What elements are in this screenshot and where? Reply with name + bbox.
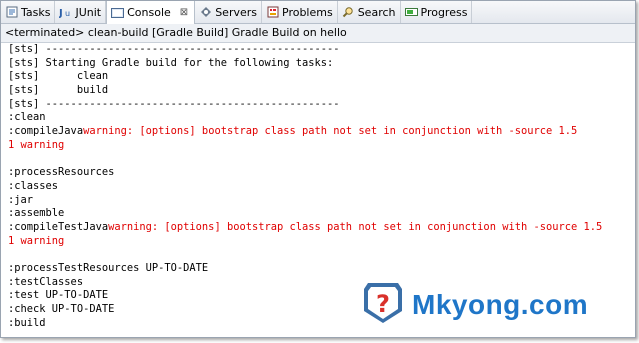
console-line: :classes (8, 180, 633, 194)
console-line: [sts] ----------------------------------… (8, 43, 633, 57)
console-line-text: :testClasses (8, 275, 84, 288)
servers-icon (199, 6, 212, 19)
console-error-text: 1 warning (8, 138, 65, 151)
console-line-text: :compileTestJava (8, 220, 109, 233)
console-line-text: [sts] ----------------------------------… (8, 43, 340, 55)
console-line: :compileJavawarning: [options] bootstrap… (8, 125, 633, 139)
console-line-text: :check UP-TO-DATE (8, 303, 115, 316)
tab-junit[interactable]: Ju JUnit (55, 1, 107, 23)
svg-text:J: J (59, 8, 63, 18)
console-line: [sts] clean (8, 70, 633, 84)
console-line-text: [sts] Starting Gradle build for the foll… (8, 56, 334, 69)
question-shield-logo: ? (360, 281, 406, 329)
tasks-icon (5, 6, 18, 19)
svg-text:?: ? (376, 290, 390, 318)
console-line-text: :processResources (8, 166, 115, 179)
console-line-text: [sts] build (8, 84, 109, 97)
console-line-text: :build (8, 316, 46, 329)
tab-servers[interactable]: Servers (195, 1, 262, 23)
console-error-text: 1 warning (8, 234, 65, 247)
console-line-text: :test UP-TO-DATE (8, 289, 109, 302)
console-line: 1 warning (8, 139, 633, 153)
view-tab-bar: Tasks Ju JUnit Console ⊠ Servers Problem… (1, 1, 635, 24)
tab-search[interactable]: Search (338, 1, 401, 23)
console-line: :processResources (8, 166, 633, 180)
console-line: [sts] ----------------------------------… (8, 98, 633, 112)
search-icon (342, 6, 355, 19)
console-line: 1 warning (8, 235, 633, 249)
console-error-text: warning: [options] bootstrap class path … (83, 125, 578, 138)
junit-icon: Ju (59, 6, 72, 19)
svg-text:u: u (65, 9, 70, 18)
console-line-text: [sts] ----------------------------------… (8, 97, 340, 110)
tab-progress[interactable]: Progress (401, 1, 473, 23)
tab-label: Servers (215, 5, 257, 19)
console-line: :assemble (8, 207, 633, 221)
tab-label: Console (127, 6, 171, 19)
progress-icon (404, 6, 418, 19)
console-line: :clean (8, 111, 633, 125)
console-line: :jar (8, 194, 633, 208)
tab-label: Progress (420, 5, 468, 19)
console-status-line: <terminated> clean-build [Gradle Build] … (1, 24, 635, 43)
watermark-text: Mkyong.com (412, 289, 589, 320)
console-icon (111, 6, 125, 19)
console-error-text: warning: [options] bootstrap class path … (108, 220, 603, 233)
problems-icon (266, 6, 279, 19)
console-line-text: :assemble (8, 207, 65, 220)
console-line-text: :compileJava (8, 125, 84, 138)
tab-label: JUnit (75, 5, 102, 19)
console-line: [sts] build (8, 84, 633, 98)
console-line: :processTestResources UP-TO-DATE (8, 262, 633, 276)
console-line-text: [sts] clean (8, 70, 109, 83)
tab-label: Problems (282, 5, 333, 19)
console-line-text: :jar (8, 193, 34, 206)
console-line: [sts] Starting Gradle build for the foll… (8, 57, 633, 71)
console-line-text: :classes (8, 179, 59, 192)
tab-label: Tasks (21, 5, 51, 19)
console-line-text: :processTestResources UP-TO-DATE (8, 262, 209, 274)
tab-tasks[interactable]: Tasks (1, 1, 56, 23)
console-line: :compileTestJavawarning: [options] boots… (8, 221, 633, 235)
console-line-text: :clean (8, 111, 46, 124)
mkyong-watermark: ? Mkyong.com (360, 283, 588, 327)
tab-console[interactable]: Console ⊠ (106, 1, 196, 24)
close-icon[interactable]: ⊠ (180, 7, 188, 18)
tab-label: Search (357, 5, 396, 19)
tab-problems[interactable]: Problems (262, 1, 338, 23)
